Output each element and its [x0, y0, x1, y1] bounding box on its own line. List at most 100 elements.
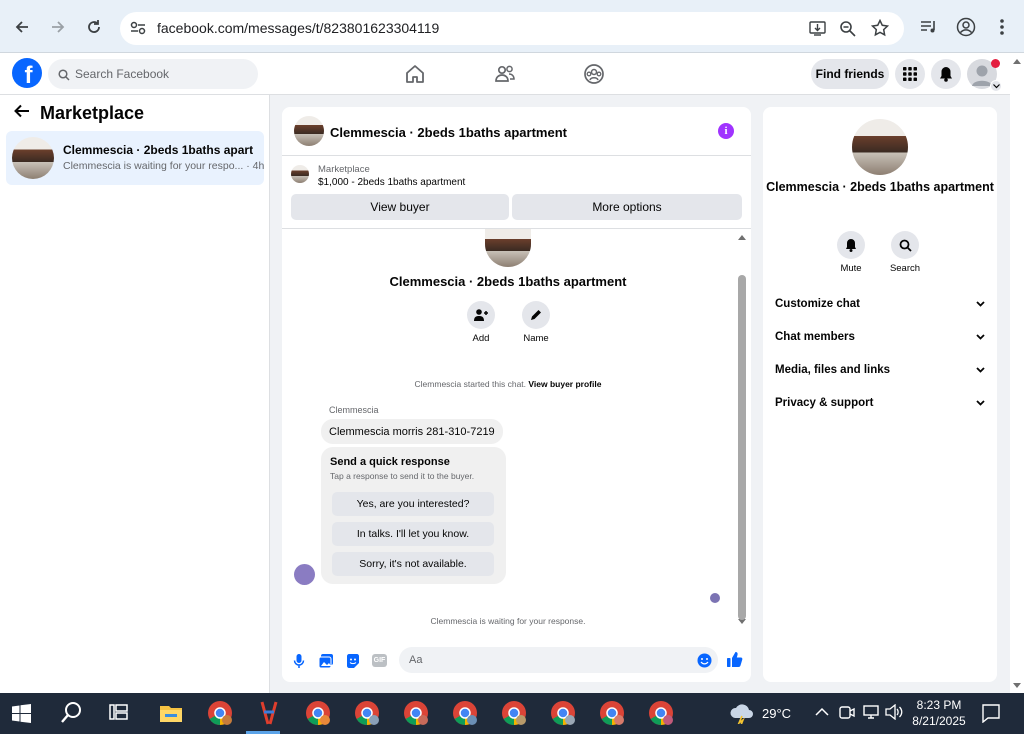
quick-response-button[interactable]: In talks. I'll let you know.	[332, 522, 494, 546]
chat-details-panel: Clemmescia · 2beds 1baths apartment Mute…	[763, 107, 997, 682]
chat-members-section[interactable]: Chat members	[775, 327, 985, 347]
name-label: Name	[523, 333, 549, 344]
task-view-icon[interactable]	[108, 702, 134, 728]
clock-time[interactable]: 8:23 PM	[914, 698, 964, 712]
gif-icon[interactable]: GIF	[372, 654, 387, 667]
search-icon[interactable]	[891, 231, 919, 259]
photo-icon[interactable]	[318, 653, 334, 669]
chrome-icon[interactable]	[501, 700, 527, 726]
media-controls-icon[interactable]	[917, 15, 941, 39]
notifications-bell-icon[interactable]	[931, 59, 961, 89]
info-icon[interactable]: i	[718, 123, 734, 139]
volume-icon[interactable]	[885, 703, 911, 730]
app-icon[interactable]	[256, 700, 282, 726]
conversation-title: Clemmescia · 2beds 1baths apartm...	[63, 143, 253, 157]
chrome-icon[interactable]	[452, 700, 478, 726]
section-label: Privacy & support	[775, 397, 874, 409]
seen-indicator-avatar	[710, 593, 720, 603]
view-buyer-profile-link[interactable]: View buyer profile	[528, 379, 601, 389]
conversation-item[interactable]: Clemmescia · 2beds 1baths apartm... Clem…	[6, 131, 264, 185]
message-input[interactable]: Aa	[399, 647, 718, 673]
zoom-icon[interactable]	[839, 20, 856, 42]
chevron-down-icon	[976, 400, 985, 406]
weather-icon[interactable]	[729, 702, 755, 728]
reload-icon[interactable]	[82, 15, 106, 39]
meet-now-icon[interactable]	[838, 704, 864, 730]
privacy-support-section[interactable]: Privacy & support	[775, 393, 985, 413]
chrome-icon[interactable]	[648, 700, 674, 726]
section-label: Media, files and links	[775, 364, 891, 376]
browser-toolbar: facebook.com/messages/t/823801623304119	[0, 0, 1024, 53]
chat-header-avatar[interactable]	[294, 116, 324, 146]
facebook-logo-icon[interactable]: f	[12, 58, 42, 88]
bookmark-star-icon[interactable]	[870, 18, 890, 42]
groups-icon[interactable]	[583, 63, 605, 85]
customize-chat-section[interactable]: Customize chat	[775, 294, 985, 314]
search-action[interactable]: Search	[883, 231, 927, 274]
profile-icon[interactable]	[954, 15, 978, 39]
back-arrow-icon[interactable]	[10, 15, 34, 39]
media-files-links-section[interactable]: Media, files and links	[775, 360, 985, 380]
menu-grid-icon[interactable]	[895, 59, 925, 89]
name-action[interactable]: Name	[514, 301, 558, 344]
message-bubble[interactable]: Clemmescia morris 281-310-7219	[321, 419, 503, 444]
chrome-icon[interactable]	[305, 700, 331, 726]
chevron-down-icon[interactable]	[990, 80, 1002, 92]
quick-response-button[interactable]: Yes, are you interested?	[332, 492, 494, 516]
message-thread[interactable]: Clemmescia · 2beds 1baths apartment Add …	[282, 229, 751, 627]
chat-panel: Clemmescia · 2beds 1baths apartment i Ma…	[282, 107, 751, 682]
thread-avatar	[485, 229, 531, 267]
message-placeholder: Aa	[409, 654, 423, 666]
forward-arrow-icon[interactable]	[46, 15, 70, 39]
view-buyer-button[interactable]: View buyer	[291, 194, 509, 220]
chrome-icon[interactable]	[599, 700, 625, 726]
sender-avatar[interactable]	[294, 564, 315, 585]
chrome-icon[interactable]	[207, 700, 233, 726]
home-icon[interactable]	[404, 63, 426, 85]
address-bar[interactable]: facebook.com/messages/t/823801623304119	[120, 12, 904, 45]
add-action[interactable]: Add	[459, 301, 503, 344]
details-title: Clemmescia · 2beds 1baths apartment	[766, 180, 994, 194]
url-text[interactable]: facebook.com/messages/t/823801623304119	[157, 20, 439, 36]
site-settings-icon[interactable]	[130, 21, 146, 40]
mute-action[interactable]: Mute	[829, 231, 873, 274]
quick-response-button[interactable]: Sorry, it's not available.	[332, 552, 494, 576]
listing-thumbnail[interactable]	[291, 165, 309, 183]
add-label: Add	[472, 333, 490, 344]
page-scrollbar[interactable]	[1010, 53, 1024, 693]
friends-icon[interactable]	[494, 63, 516, 85]
windows-start-icon[interactable]	[12, 704, 38, 730]
listing-price-title[interactable]: $1,000 - 2beds 1baths apartment	[318, 177, 465, 188]
thumbs-up-icon[interactable]	[726, 651, 743, 667]
quick-response-title: Send a quick response	[330, 456, 450, 468]
account-avatar[interactable]	[967, 59, 1002, 92]
browser-menu-icon[interactable]	[990, 15, 1014, 39]
microphone-icon[interactable]	[291, 653, 307, 669]
more-options-button[interactable]: More options	[512, 194, 742, 220]
chat-header-title[interactable]: Clemmescia · 2beds 1baths apartment	[330, 125, 567, 140]
scrollbar-thumb[interactable]	[738, 275, 746, 620]
back-arrow-icon[interactable]	[14, 104, 30, 123]
facebook-search-input[interactable]: Search Facebook	[48, 59, 258, 89]
facebook-header: f Search Facebook Find friends	[0, 53, 1010, 95]
notification-center-icon[interactable]	[981, 703, 1007, 729]
file-explorer-icon[interactable]	[158, 700, 184, 726]
find-friends-button[interactable]: Find friends	[811, 59, 889, 89]
add-person-icon[interactable]	[467, 301, 495, 329]
thread-title: Clemmescia · 2beds 1baths apartment	[389, 274, 627, 289]
waiting-notice: Clemmescia is waiting for your response.	[430, 616, 586, 626]
sticker-icon[interactable]	[345, 653, 361, 669]
chrome-icon[interactable]	[550, 700, 576, 726]
chevron-up-icon[interactable]	[814, 704, 840, 730]
chrome-icon[interactable]	[354, 700, 380, 726]
section-label: Chat members	[775, 331, 855, 343]
chrome-icon[interactable]	[403, 700, 429, 726]
pencil-icon[interactable]	[522, 301, 550, 329]
quick-response-card: Send a quick response Tap a response to …	[321, 447, 506, 584]
install-app-icon[interactable]	[809, 20, 826, 42]
bell-icon[interactable]	[837, 231, 865, 259]
emoji-icon[interactable]	[697, 653, 712, 673]
details-avatar[interactable]	[852, 119, 908, 175]
clock-date[interactable]: 8/21/2025	[910, 714, 968, 728]
search-icon[interactable]	[60, 700, 86, 726]
